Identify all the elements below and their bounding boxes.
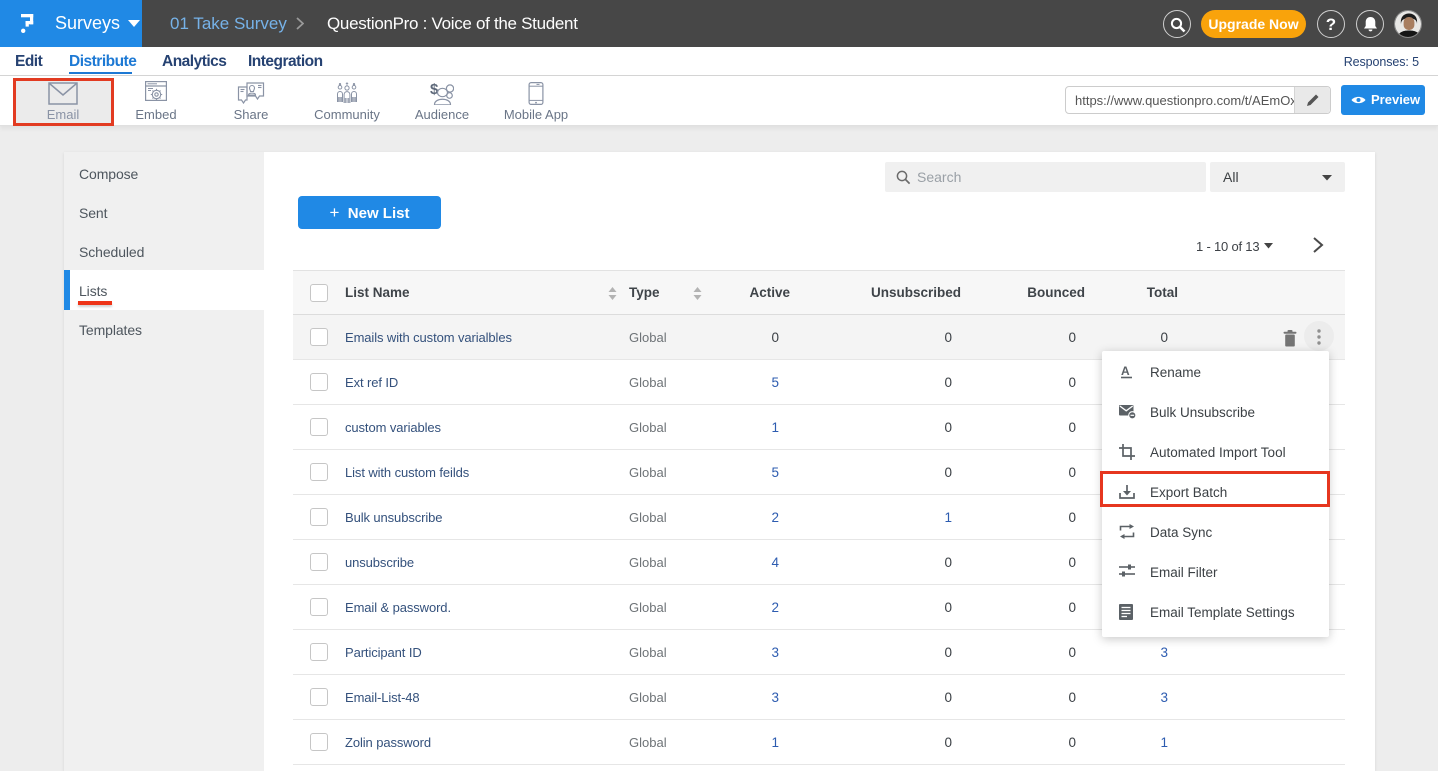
svg-text:$: $ <box>430 82 439 98</box>
svg-text:?: ? <box>1326 15 1336 34</box>
svg-text:A: A <box>1121 364 1130 378</box>
